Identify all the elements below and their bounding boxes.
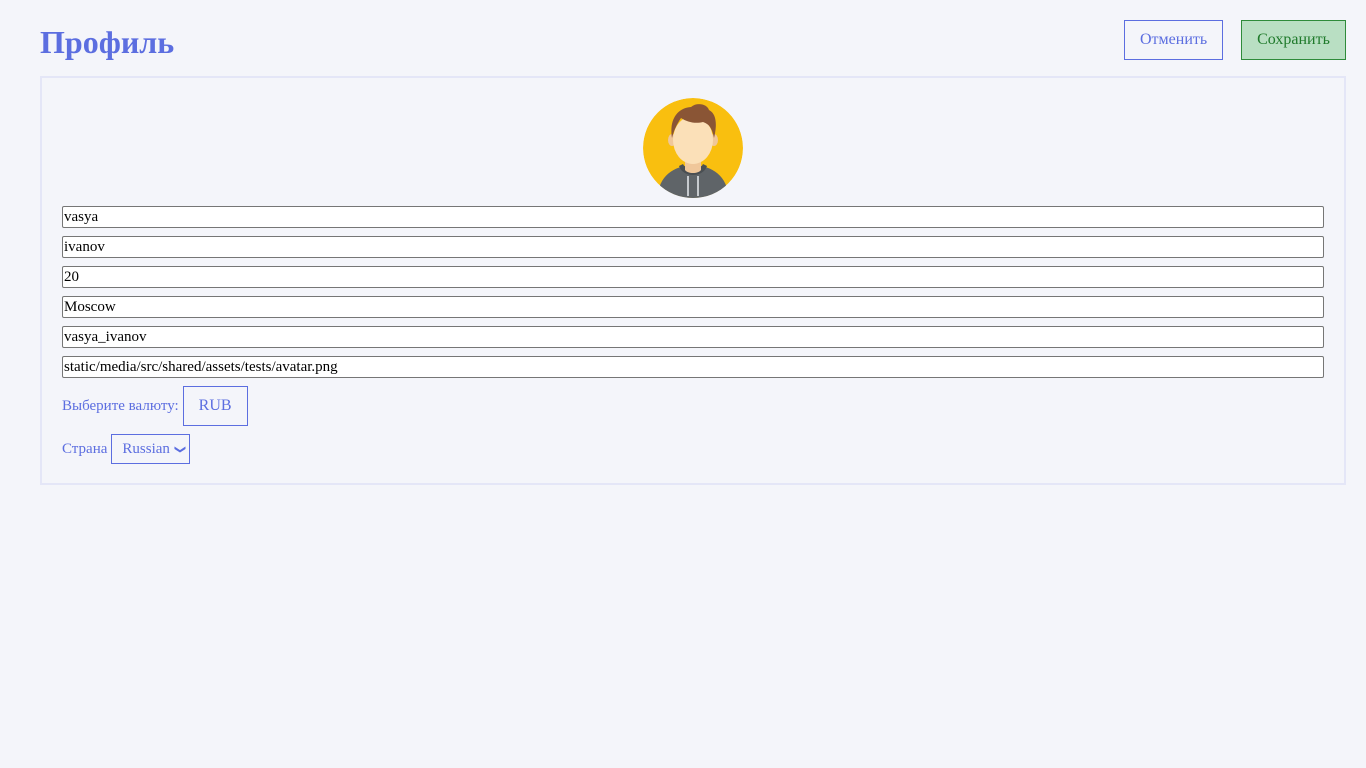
- currency-row: Выберите валюту: RUB: [62, 386, 248, 426]
- username-input[interactable]: [62, 326, 1324, 348]
- cancel-button[interactable]: Отменить: [1124, 20, 1223, 60]
- country-select-value: Russian: [122, 440, 170, 457]
- avatar-url-input[interactable]: [62, 356, 1324, 378]
- country-select[interactable]: Russian ❯: [111, 434, 191, 464]
- page-title: Профиль: [40, 24, 175, 60]
- country-label: Страна: [62, 440, 108, 457]
- first-name-input[interactable]: [62, 206, 1324, 228]
- page-header: Профиль Отменить Сохранить: [40, 20, 1346, 60]
- save-button[interactable]: Сохранить: [1241, 20, 1346, 60]
- profile-card: Выберите валюту: RUB Страна Russian ❯: [40, 76, 1346, 485]
- city-input[interactable]: [62, 296, 1324, 318]
- country-row: Страна Russian ❯: [62, 434, 191, 464]
- user-avatar-icon: [643, 98, 743, 198]
- chevron-down-icon: ❯: [174, 444, 188, 454]
- last-name-input[interactable]: [62, 236, 1324, 258]
- currency-label: Выберите валюту:: [62, 397, 179, 414]
- currency-select-button[interactable]: RUB: [182, 386, 248, 426]
- age-input[interactable]: [62, 266, 1324, 288]
